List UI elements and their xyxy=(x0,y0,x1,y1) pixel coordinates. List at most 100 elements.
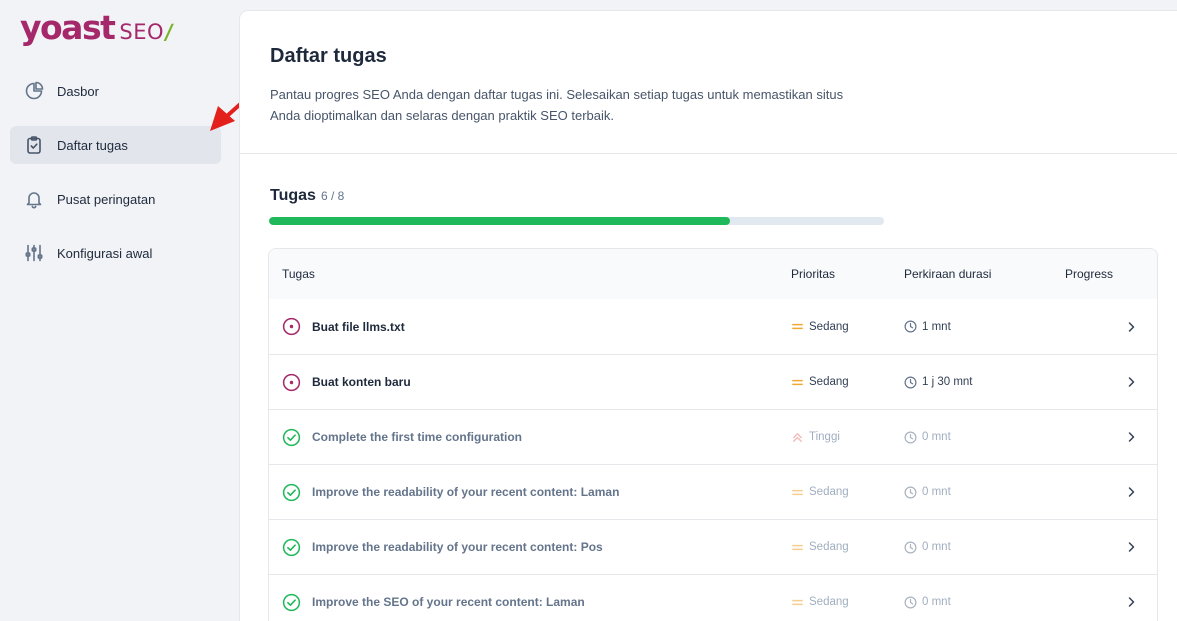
duration-cell: 1 j 30 mnt xyxy=(904,376,1065,389)
main-panel: Daftar tugas Pantau progres SEO Anda den… xyxy=(240,11,1177,621)
clipboard-check-icon xyxy=(24,135,44,155)
task-cell: Improve the readability of your recent c… xyxy=(269,538,791,557)
sidebar-item-label: Daftar tugas xyxy=(57,137,128,153)
task-name: Improve the SEO of your recent content: … xyxy=(312,595,585,609)
column-header-progress: Progress xyxy=(1065,267,1114,281)
page-header: Daftar tugas Pantau progres SEO Anda den… xyxy=(270,45,890,126)
chevron-right-icon[interactable] xyxy=(1125,431,1137,443)
duration-cell: 0 mnt xyxy=(904,431,1065,444)
sidebar-item-daftar-tugas[interactable]: Daftar tugas xyxy=(10,126,221,164)
task-table: Tugas Prioritas Perkiraan durasi Progres… xyxy=(268,248,1158,621)
duration-label: 0 mnt xyxy=(922,541,951,553)
sidebar-item-label: Konfigurasi awal xyxy=(57,245,153,261)
check-circle-icon xyxy=(282,483,301,502)
progress-cell xyxy=(1065,596,1155,608)
tasks-progress-bar xyxy=(269,217,884,225)
priority-cell: Sedang xyxy=(791,320,904,333)
column-header-duration: Perkiraan durasi xyxy=(904,267,992,281)
priority-cell: Sedang xyxy=(791,596,904,609)
page-title: Daftar tugas xyxy=(270,45,387,67)
logo-slash: / xyxy=(163,20,175,44)
target-circle-icon xyxy=(282,317,301,336)
duration-label: 0 mnt xyxy=(922,431,951,443)
duration-label: 1 mnt xyxy=(922,320,951,333)
check-circle-icon xyxy=(282,428,301,447)
sidebar-item-dasbor[interactable]: Dasbor xyxy=(10,72,221,110)
page-description: Pantau progres SEO Anda dengan daftar tu… xyxy=(270,87,844,123)
priority-label: Sedang xyxy=(809,320,849,333)
column-header-priority: Prioritas xyxy=(791,267,836,281)
progress-cell xyxy=(1065,486,1155,498)
task-cell: Improve the readability of your recent c… xyxy=(269,483,791,502)
chevron-right-icon[interactable] xyxy=(1125,596,1137,608)
priority-medium-icon xyxy=(791,486,804,499)
duration-label: 0 mnt xyxy=(922,486,951,498)
clock-icon xyxy=(904,320,917,333)
sliders-icon xyxy=(24,243,44,263)
priority-medium-icon xyxy=(791,541,804,554)
table-row[interactable]: Improve the readability of your recent c… xyxy=(269,519,1157,574)
table-row[interactable]: Complete the first time configuration Ti… xyxy=(269,409,1157,464)
chevron-right-icon[interactable] xyxy=(1125,541,1137,553)
sidebar-item-pusat-peringatan[interactable]: Pusat peringatan xyxy=(10,180,221,218)
progress-cell xyxy=(1065,431,1155,443)
duration-cell: 0 mnt xyxy=(904,541,1065,554)
logo-product: SEO xyxy=(119,20,165,44)
table-row[interactable]: Buat file llms.txt Sedang 1 mnt xyxy=(269,299,1157,354)
chevron-right-icon[interactable] xyxy=(1125,321,1137,333)
clock-icon xyxy=(904,431,917,444)
priority-high-icon xyxy=(791,431,804,444)
column-header-task: Tugas xyxy=(282,267,315,281)
bell-icon xyxy=(24,189,44,209)
sidebar-item-konfigurasi-awal[interactable]: Konfigurasi awal xyxy=(10,234,221,272)
chevron-right-icon[interactable] xyxy=(1125,486,1137,498)
table-row[interactable]: Improve the readability of your recent c… xyxy=(269,464,1157,519)
priority-cell: Sedang xyxy=(791,486,904,499)
yoast-seo-logo[interactable]: yoast SEO / xyxy=(20,8,175,52)
duration-cell: 0 mnt xyxy=(904,486,1065,499)
table-header: Tugas Prioritas Perkiraan durasi Progres… xyxy=(269,249,1157,299)
priority-cell: Sedang xyxy=(791,376,904,389)
duration-cell: 0 mnt xyxy=(904,596,1065,609)
priority-label: Sedang xyxy=(809,376,849,388)
pie-chart-icon xyxy=(24,81,44,101)
tasks-count: 6 / 8 xyxy=(320,189,345,203)
sidebar: yoast SEO / Dasbor Daftar tugas Pusat pe… xyxy=(0,0,238,621)
task-name: Improve the readability of your recent c… xyxy=(312,485,620,499)
target-circle-icon xyxy=(282,373,301,392)
clock-icon xyxy=(904,376,917,389)
tasks-title: Tugas xyxy=(270,187,316,204)
priority-label: Tinggi xyxy=(809,431,840,443)
task-name: Buat konten baru xyxy=(312,375,411,389)
task-cell: Buat file llms.txt xyxy=(269,317,791,336)
priority-cell: Tinggi xyxy=(791,431,904,444)
duration-label: 0 mnt xyxy=(922,596,951,608)
priority-cell: Sedang xyxy=(791,541,904,554)
logo-brand: yoast xyxy=(20,8,116,47)
progress-cell xyxy=(1065,376,1155,388)
table-row[interactable]: Improve the SEO of your recent content: … xyxy=(269,574,1157,621)
progress-cell xyxy=(1065,541,1155,553)
sidebar-item-label: Pusat peringatan xyxy=(57,191,156,207)
priority-label: Sedang xyxy=(809,541,849,553)
divider xyxy=(240,153,1177,154)
task-cell: Buat konten baru xyxy=(269,373,791,392)
tasks-heading: Tugas 6 / 8 xyxy=(270,187,344,205)
task-name: Complete the first time configuration xyxy=(312,430,523,444)
task-name: Buat file llms.txt xyxy=(312,319,405,334)
check-circle-icon xyxy=(282,593,301,612)
sidebar-item-label: Dasbor xyxy=(57,83,99,99)
task-cell: Improve the SEO of your recent content: … xyxy=(269,593,791,612)
priority-label: Sedang xyxy=(809,486,849,498)
priority-label: Sedang xyxy=(809,596,849,608)
duration-cell: 1 mnt xyxy=(904,320,1065,333)
progress-cell xyxy=(1065,321,1155,333)
priority-medium-icon xyxy=(791,376,804,389)
task-name: Improve the readability of your recent c… xyxy=(312,540,603,554)
priority-medium-icon xyxy=(791,596,804,609)
task-cell: Complete the first time configuration xyxy=(269,428,791,447)
table-row[interactable]: Buat konten baru Sedang 1 j 30 mnt xyxy=(269,354,1157,409)
chevron-right-icon[interactable] xyxy=(1125,376,1137,388)
priority-medium-icon xyxy=(791,320,804,333)
clock-icon xyxy=(904,596,917,609)
